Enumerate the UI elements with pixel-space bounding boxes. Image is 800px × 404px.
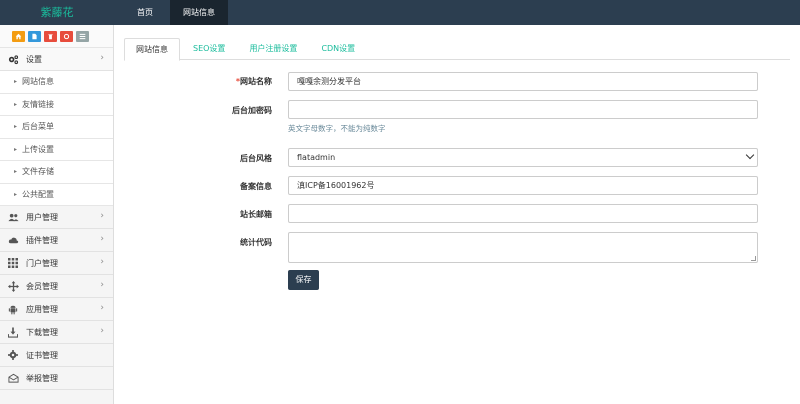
sidebar-group-apps[interactable]: 应用管理 › [0, 298, 113, 321]
top-nav: 首页 网站信息 [124, 0, 232, 25]
caret-right-icon: ▸ [14, 145, 18, 153]
admin-style-label: 后台风格 [240, 154, 272, 163]
sidebar-item-admin-menu[interactable]: ▸ 后台菜单 [0, 116, 113, 139]
sidebar-item-friend-links[interactable]: ▸ 友情链接 [0, 93, 113, 116]
users-icon [7, 211, 19, 223]
sidebar-item-label: 上传设置 [22, 144, 55, 154]
admin-style-select[interactable]: flatadmin [288, 148, 758, 167]
refresh-icon[interactable] [60, 30, 73, 42]
gear-icon [7, 349, 19, 361]
site-name-label-text: 网站名称 [240, 77, 272, 86]
site-name-input[interactable] [288, 72, 758, 91]
stats-code-textarea[interactable] [288, 232, 758, 263]
sidebar-group-label: 下载管理 [26, 327, 58, 337]
sidebar-group-portal[interactable]: 门户管理 › [0, 252, 113, 275]
admin-code-input[interactable] [288, 100, 758, 119]
sidebar-group-label: 设置 [26, 54, 42, 64]
chevron-right-icon: › [100, 53, 104, 63]
chevron-down-icon [745, 150, 755, 160]
nav-home[interactable]: 首页 [124, 0, 166, 25]
chevron-right-icon: › [100, 326, 104, 336]
caret-right-icon: ▸ [14, 190, 18, 198]
sidebar-group-label: 会员管理 [26, 281, 58, 291]
tab-site-info[interactable]: 网站信息 [124, 38, 180, 61]
resize-handle[interactable] [751, 256, 756, 261]
sidebar-item-site-info[interactable]: ▸ 网站信息 [0, 71, 113, 94]
gears-icon [7, 53, 19, 65]
chevron-right-icon: › [100, 280, 104, 290]
caret-right-icon: ▸ [14, 78, 18, 86]
sidebar-group-users[interactable]: 用户管理 › [0, 206, 113, 229]
icp-label: 备案信息 [240, 182, 272, 191]
site-name-label: *网站名称 [210, 76, 272, 87]
sidebar-item-label: 友情链接 [22, 99, 55, 109]
sidebar-group-settings[interactable]: 设置 › [0, 48, 113, 71]
sidebar-item-label: 后台菜单 [22, 122, 55, 132]
sidebar-group-reports[interactable]: 举报管理 [0, 367, 113, 390]
sidebar-group-plugins[interactable]: 插件管理 › [0, 229, 113, 252]
caret-right-icon: ▸ [14, 123, 18, 131]
tab-user-registration[interactable]: 用户注册设置 [238, 38, 308, 60]
chevron-right-icon: › [100, 234, 104, 244]
move-icon [7, 280, 19, 292]
file-icon[interactable] [28, 30, 41, 42]
shortcut-bar [0, 25, 113, 48]
caret-right-icon: ▸ [14, 100, 18, 108]
envelope-icon [7, 372, 19, 384]
top-navbar: 紫藤花 首页 网站信息 [0, 0, 800, 25]
sidebar-group-downloads[interactable]: 下载管理 › [0, 321, 113, 344]
settings-tabs: 网站信息 SEO设置 用户注册设置 CDN设置 [124, 38, 790, 61]
sidebar: 设置 › ▸ 网站信息 ▸ 友情链接 ▸ 后台菜单 ▸ 上传设置 ▸ 文件存储 ▸ 公共配置… [0, 25, 114, 404]
icp-input[interactable] [288, 176, 758, 195]
sidebar-item-label: 文件存储 [22, 167, 55, 177]
email-input[interactable] [288, 204, 758, 223]
tab-seo[interactable]: SEO设置 [182, 38, 236, 60]
nav-site-info[interactable]: 网站信息 [170, 0, 228, 25]
sidebar-group-label: 证书管理 [26, 350, 58, 360]
sidebar-group-certificates[interactable]: 证书管理 [0, 344, 113, 367]
download-icon [7, 326, 19, 338]
cloud-icon [7, 234, 19, 246]
android-icon [7, 303, 19, 315]
sidebar-group-label: 举报管理 [26, 373, 58, 383]
sidebar-item-upload-settings[interactable]: ▸ 上传设置 [0, 138, 113, 161]
chevron-right-icon: › [100, 303, 104, 313]
admin-code-help: 英文字母数字，不能为纯数字 [288, 124, 386, 133]
sidebar-item-label: 公共配置 [22, 189, 55, 199]
caret-right-icon: ▸ [14, 168, 18, 176]
sidebar-group-label: 用户管理 [26, 212, 58, 222]
stats-code-label: 统计代码 [240, 238, 272, 247]
grid-icon [7, 257, 19, 269]
chevron-right-icon: › [100, 211, 104, 221]
main-content: 网站信息 SEO设置 用户注册设置 CDN设置 *网站名称 后台加密码 英文字母… [114, 25, 800, 404]
chevron-right-icon: › [100, 257, 104, 267]
sidebar-group-label: 应用管理 [26, 304, 58, 314]
brand-logo[interactable]: 紫藤花 [0, 0, 114, 25]
trash-icon[interactable] [44, 30, 57, 42]
home-icon[interactable] [12, 30, 25, 42]
sidebar-item-file-storage[interactable]: ▸ 文件存储 [0, 161, 113, 184]
sidebar-item-public-config[interactable]: ▸ 公共配置 [0, 183, 113, 206]
admin-style-value: flatadmin [297, 153, 336, 162]
sidebar-group-label: 插件管理 [26, 235, 58, 245]
sidebar-item-label: 网站信息 [22, 77, 55, 87]
save-button[interactable]: 保存 [288, 270, 319, 290]
list-icon[interactable] [76, 30, 89, 42]
email-label: 站长邮箱 [240, 210, 272, 219]
sidebar-group-members[interactable]: 会员管理 › [0, 275, 113, 298]
tab-cdn[interactable]: CDN设置 [310, 38, 366, 60]
sidebar-group-label: 门户管理 [26, 258, 58, 268]
admin-code-label: 后台加密码 [232, 106, 272, 115]
